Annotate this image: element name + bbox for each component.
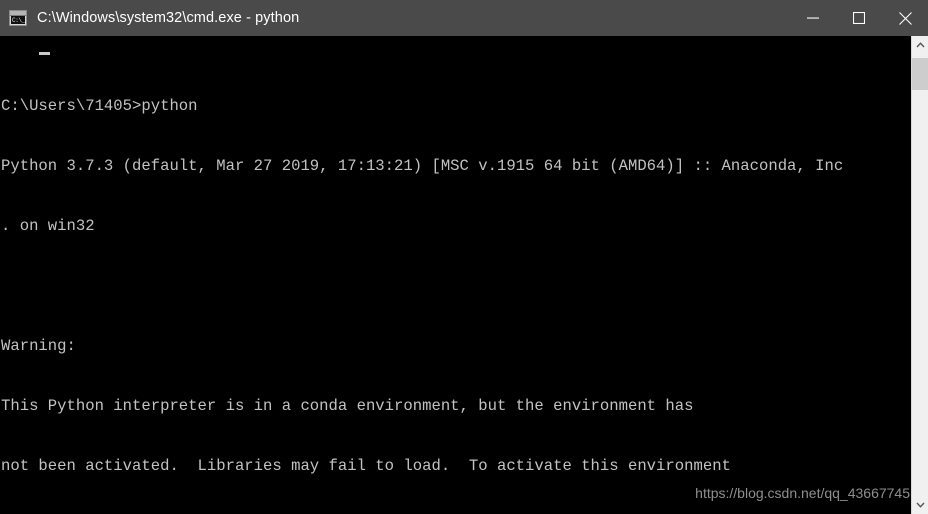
minimize-button[interactable] bbox=[790, 0, 836, 36]
console-line: C:\Users\71405>python bbox=[1, 97, 198, 115]
chevron-up-icon bbox=[915, 42, 925, 48]
window-title: C:\Windows\system32\cmd.exe - python bbox=[37, 10, 300, 26]
console-line: not been activated. Libraries may fail t… bbox=[1, 457, 731, 475]
console-line: . on win32 bbox=[1, 217, 95, 235]
close-button[interactable] bbox=[882, 0, 928, 36]
watermark-text: https://blog.csdn.net/qq_43667745 bbox=[695, 485, 910, 501]
minimize-icon bbox=[807, 17, 819, 19]
maximize-button[interactable] bbox=[836, 0, 882, 36]
cmd-window: C:\_ C:\Windows\system32\cmd.exe - pytho… bbox=[0, 0, 928, 514]
window-controls bbox=[790, 0, 928, 36]
title-bar[interactable]: C:\_ C:\Windows\system32\cmd.exe - pytho… bbox=[0, 0, 928, 36]
scroll-up-button[interactable] bbox=[912, 36, 928, 54]
console-line: Warning: bbox=[1, 337, 76, 355]
console-line: This Python interpreter is in a conda en… bbox=[1, 397, 694, 415]
console-line: Python 3.7.3 (default, Mar 27 2019, 17:1… bbox=[1, 157, 844, 175]
chevron-down-icon bbox=[915, 502, 925, 508]
close-icon bbox=[898, 11, 912, 25]
maximize-icon bbox=[853, 12, 865, 24]
scrollbar-thumb[interactable] bbox=[912, 58, 928, 90]
console-output-area[interactable]: C:\Users\71405>python Python 3.7.3 (defa… bbox=[0, 36, 928, 514]
scroll-down-button[interactable] bbox=[912, 496, 928, 514]
cmd-exe-icon-glyph: C:\_ bbox=[11, 16, 25, 24]
cmd-exe-icon: C:\_ bbox=[9, 10, 27, 26]
console-text: C:\Users\71405>python Python 3.7.3 (defa… bbox=[1, 56, 843, 514]
vertical-scrollbar[interactable] bbox=[911, 36, 928, 514]
text-cursor bbox=[39, 52, 50, 55]
scrollbar-track[interactable] bbox=[912, 54, 928, 496]
